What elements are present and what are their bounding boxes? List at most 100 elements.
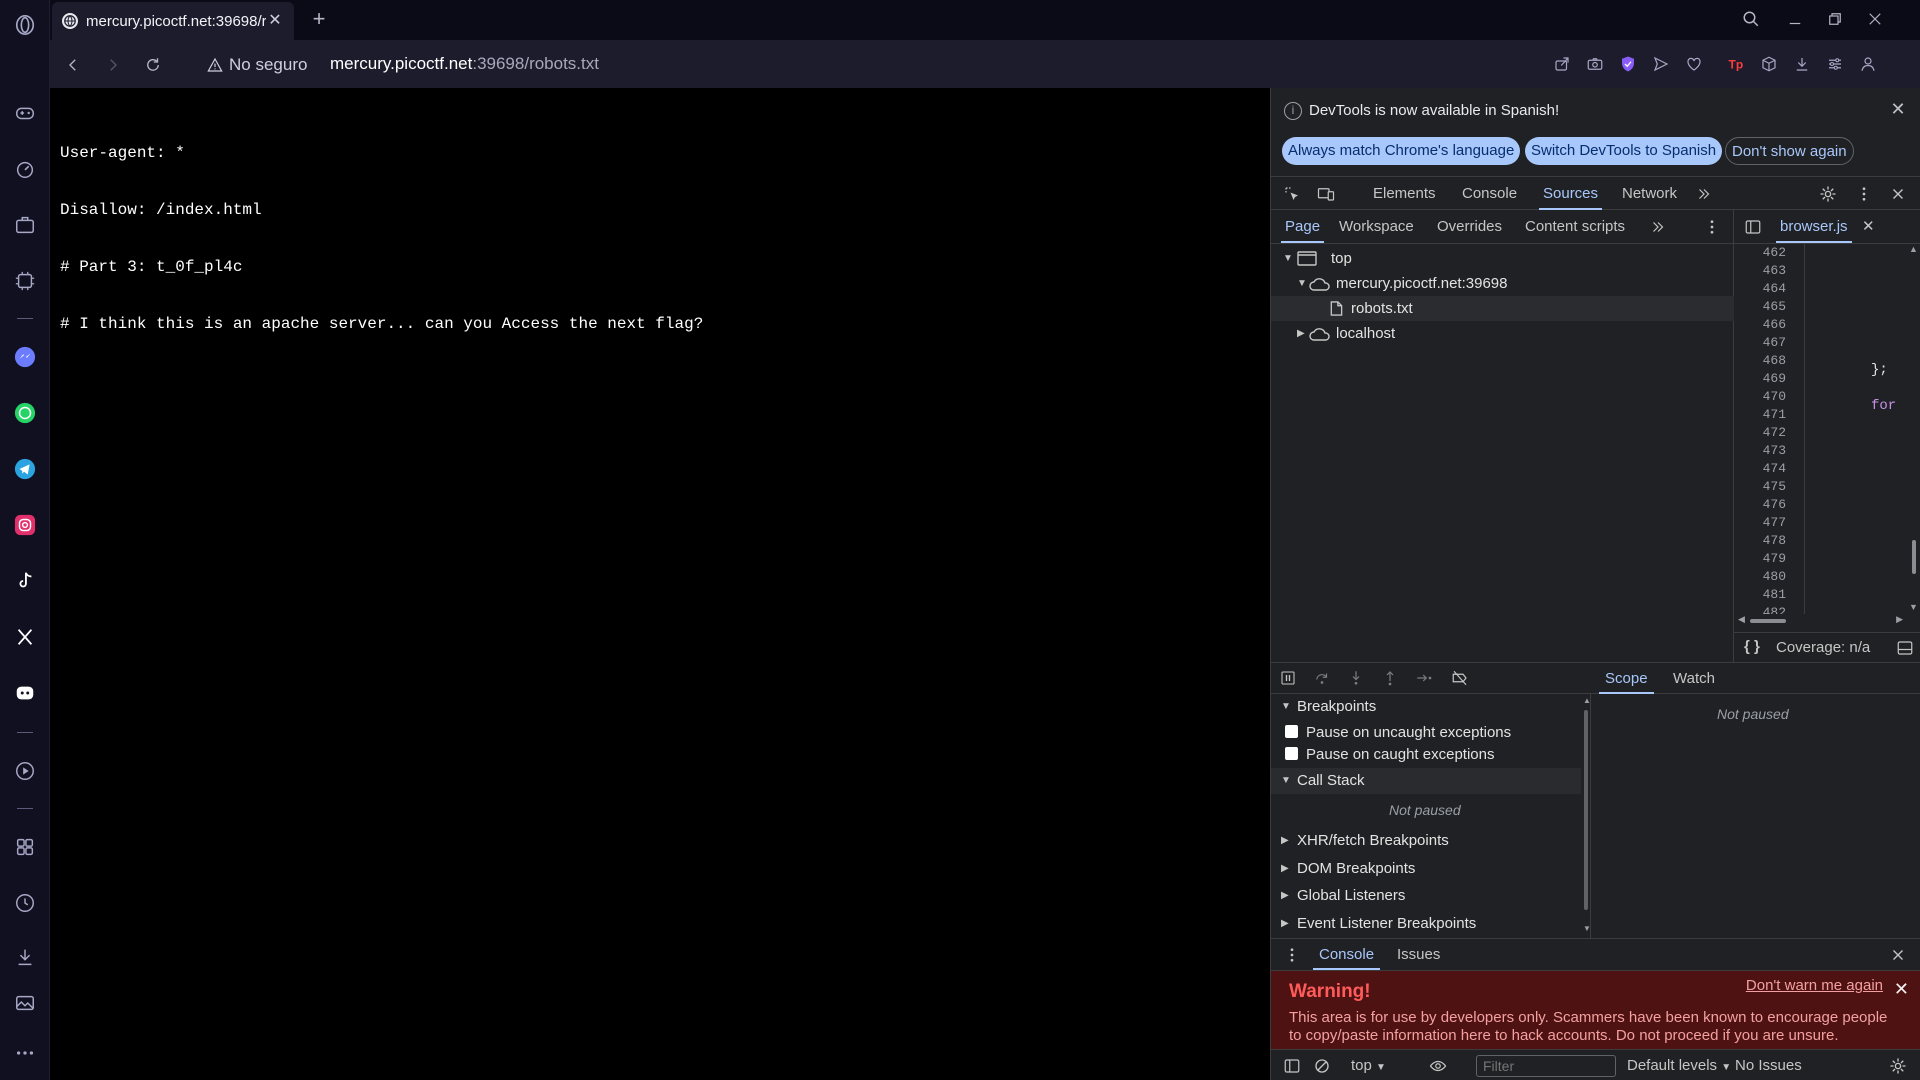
line-number[interactable]: 480 bbox=[1734, 568, 1790, 586]
subtab-page[interactable]: Page bbox=[1281, 210, 1325, 243]
whatsapp-icon[interactable] bbox=[12, 400, 38, 426]
gallery-icon[interactable] bbox=[12, 990, 38, 1016]
profile-icon[interactable] bbox=[1856, 52, 1880, 76]
kebab-menu-icon[interactable] bbox=[1853, 183, 1875, 205]
line-number[interactable]: 476 bbox=[1734, 496, 1790, 514]
file-tab-close-icon[interactable]: ✕ bbox=[1862, 210, 1875, 243]
line-number[interactable]: 474 bbox=[1734, 460, 1790, 478]
section-call-stack[interactable]: ▼ Call Stack bbox=[1271, 768, 1581, 794]
line-number[interactable]: 478 bbox=[1734, 532, 1790, 550]
section-event-listener-breakpoints[interactable]: ▶ Event Listener Breakpoints bbox=[1271, 911, 1581, 937]
line-number[interactable]: 473 bbox=[1734, 442, 1790, 460]
step-icon[interactable] bbox=[1413, 667, 1435, 689]
opera-logo-icon[interactable] bbox=[12, 12, 38, 38]
tree-node-localhost[interactable]: ▶ localhost bbox=[1271, 321, 1734, 346]
console-settings-gear-icon[interactable] bbox=[1887, 1055, 1909, 1077]
inspect-element-icon[interactable] bbox=[1281, 183, 1303, 205]
speedometer-icon[interactable] bbox=[12, 156, 38, 182]
instagram-icon[interactable] bbox=[12, 512, 38, 538]
subtab-overrides[interactable]: Overrides bbox=[1437, 210, 1502, 243]
issues-counter[interactable]: No Issues bbox=[1735, 1057, 1802, 1074]
camera-icon[interactable] bbox=[1583, 52, 1607, 76]
ai-chip-icon[interactable] bbox=[12, 268, 38, 294]
history-clock-icon[interactable] bbox=[12, 890, 38, 916]
clear-console-icon[interactable] bbox=[1311, 1055, 1333, 1077]
line-number[interactable]: 479 bbox=[1734, 550, 1790, 568]
dont-show-again-button[interactable]: Don't show again bbox=[1725, 137, 1854, 165]
editor-vertical-scrollbar[interactable]: ▲ ▼ bbox=[1907, 244, 1920, 614]
tab-elements[interactable]: Elements bbox=[1373, 177, 1436, 210]
drawer-menu-icon[interactable] bbox=[1281, 944, 1303, 966]
tab-network[interactable]: Network bbox=[1622, 177, 1677, 210]
line-number[interactable]: 482 bbox=[1734, 604, 1790, 614]
reload-icon[interactable] bbox=[140, 52, 166, 78]
security-indicator[interactable]: No seguro bbox=[207, 52, 307, 78]
minimize-icon[interactable] bbox=[1780, 6, 1810, 32]
line-number[interactable]: 463 bbox=[1734, 262, 1790, 280]
line-number[interactable]: 467 bbox=[1734, 334, 1790, 352]
pause-uncaught-checkbox[interactable]: Pause on uncaught exceptions bbox=[1285, 722, 1511, 744]
tab-console[interactable]: Console bbox=[1462, 177, 1517, 210]
extension-tp-icon[interactable]: Tp bbox=[1724, 52, 1748, 76]
section-breakpoints[interactable]: ▼ Breakpoints bbox=[1271, 694, 1581, 720]
log-levels-dropdown[interactable]: Default levels ▼ bbox=[1627, 1057, 1731, 1074]
pause-icon[interactable] bbox=[1277, 667, 1299, 689]
line-number[interactable]: 464 bbox=[1734, 280, 1790, 298]
close-drawer-icon[interactable] bbox=[1887, 944, 1909, 966]
browser-tab[interactable]: mercury.picoctf.net:39698/r ✕ bbox=[52, 2, 294, 40]
warning-close-icon[interactable]: ✕ bbox=[1894, 979, 1909, 1000]
toggle-debugger-sidebar-icon[interactable] bbox=[1894, 637, 1916, 659]
checkbox[interactable] bbox=[1285, 725, 1298, 738]
toggle-navigator-icon[interactable] bbox=[1742, 216, 1764, 238]
console-filter-input[interactable] bbox=[1476, 1055, 1616, 1077]
messenger-icon[interactable] bbox=[12, 344, 38, 370]
player-icon[interactable] bbox=[12, 758, 38, 784]
extensions-cube-icon[interactable] bbox=[1757, 52, 1781, 76]
discord-icon[interactable] bbox=[12, 680, 38, 706]
switch-spanish-button[interactable]: Switch DevTools to Spanish bbox=[1525, 137, 1723, 165]
line-number[interactable]: 462 bbox=[1734, 244, 1790, 262]
more-subtabs-chevron-icon[interactable] bbox=[1647, 216, 1669, 238]
section-xhr-breakpoints[interactable]: ▶ XHR/fetch Breakpoints bbox=[1271, 828, 1581, 854]
step-out-icon[interactable] bbox=[1379, 667, 1401, 689]
line-number[interactable]: 471 bbox=[1734, 406, 1790, 424]
sections-scrollbar[interactable]: ▲ ▼ bbox=[1583, 696, 1590, 936]
downloads-icon[interactable] bbox=[1790, 52, 1814, 76]
line-number[interactable]: 466 bbox=[1734, 316, 1790, 334]
line-number[interactable]: 472 bbox=[1734, 424, 1790, 442]
line-number[interactable]: 470 bbox=[1734, 388, 1790, 406]
gamepad-icon[interactable] bbox=[12, 100, 38, 126]
infobar-close-icon[interactable]: ✕ bbox=[1887, 98, 1909, 120]
back-arrow-icon[interactable] bbox=[60, 52, 86, 78]
share-icon[interactable] bbox=[1550, 52, 1574, 76]
match-language-button[interactable]: Always match Chrome's language bbox=[1282, 137, 1521, 165]
download-icon[interactable] bbox=[12, 944, 38, 970]
briefcase-icon[interactable] bbox=[12, 212, 38, 238]
apps-grid-icon[interactable] bbox=[12, 834, 38, 860]
drawer-tab-console[interactable]: Console bbox=[1313, 939, 1381, 970]
restore-icon[interactable] bbox=[1820, 6, 1850, 32]
step-over-icon[interactable] bbox=[1311, 667, 1333, 689]
console-sidebar-icon[interactable] bbox=[1281, 1055, 1303, 1077]
tree-node-file[interactable]: robots.txt bbox=[1271, 296, 1734, 321]
step-into-icon[interactable] bbox=[1345, 667, 1367, 689]
code-area[interactable]: }; for bbox=[1804, 244, 1896, 614]
pretty-print-braces-icon[interactable]: { } bbox=[1744, 638, 1760, 655]
line-number[interactable]: 475 bbox=[1734, 478, 1790, 496]
drawer-tab-issues[interactable]: Issues bbox=[1397, 939, 1440, 970]
tab-close-icon[interactable]: ✕ bbox=[266, 12, 284, 30]
tab-sources[interactable]: Sources bbox=[1539, 177, 1603, 210]
editor-horizontal-scrollbar[interactable]: ◀ ▶ bbox=[1734, 614, 1920, 628]
context-selector[interactable]: top ▼ bbox=[1351, 1057, 1386, 1074]
more-icon[interactable] bbox=[12, 1040, 38, 1066]
navigator-menu-icon[interactable] bbox=[1701, 216, 1723, 238]
device-toolbar-icon[interactable] bbox=[1315, 183, 1337, 205]
easy-setup-icon[interactable] bbox=[1823, 52, 1847, 76]
subtab-workspace[interactable]: Workspace bbox=[1339, 210, 1414, 243]
forward-arrow-icon[interactable] bbox=[100, 52, 126, 78]
telegram-icon[interactable] bbox=[12, 456, 38, 482]
tiktok-icon[interactable] bbox=[12, 568, 38, 594]
search-tabs-icon[interactable] bbox=[1736, 6, 1766, 32]
close-window-icon[interactable] bbox=[1860, 6, 1890, 32]
subtab-content-scripts[interactable]: Content scripts bbox=[1525, 210, 1625, 243]
